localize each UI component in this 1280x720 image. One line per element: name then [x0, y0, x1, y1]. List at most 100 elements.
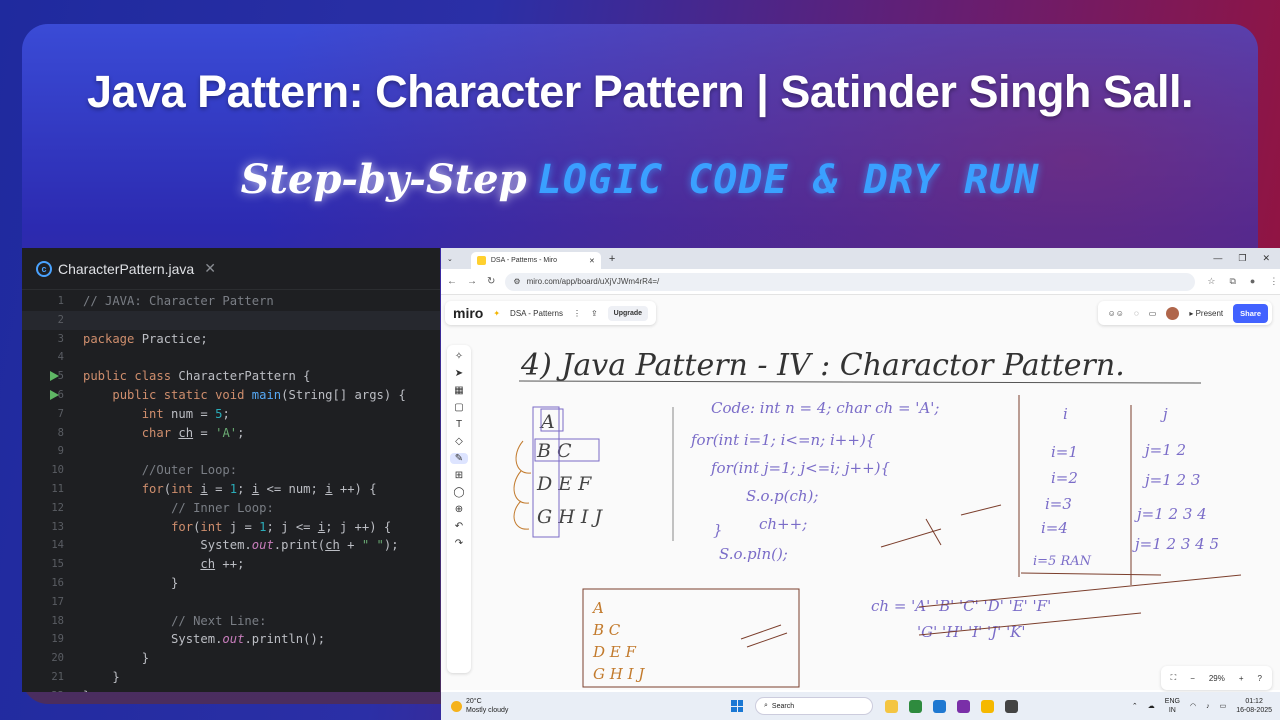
close-tab-icon[interactable]: ✕ — [589, 257, 595, 265]
miro-logo[interactable]: miro — [453, 305, 483, 321]
code-text: // Next Line: — [171, 613, 267, 628]
frame-icon[interactable]: ⊞ — [455, 470, 463, 481]
zoom-level[interactable]: 29% — [1209, 674, 1225, 683]
code-line[interactable]: 15 ch ++; — [22, 555, 440, 574]
code-line[interactable]: 14 System.out.print(ch + " "); — [22, 536, 440, 555]
profile-icon[interactable]: ● — [1250, 276, 1255, 287]
taskbar-search[interactable]: ⌕ Search — [755, 697, 873, 715]
battery-icon[interactable]: ▭ — [1220, 702, 1227, 711]
cloud-icon[interactable]: ☁ — [1148, 702, 1155, 711]
code-line[interactable]: 22} — [22, 687, 440, 692]
reactions-icon[interactable]: ☺☺ — [1108, 309, 1124, 318]
code-line[interactable]: 4 — [22, 348, 440, 367]
code-line[interactable]: 1 // JAVA: Character Pattern — [22, 292, 440, 311]
weather-widget[interactable]: 20°C Mostly cloudy — [441, 697, 731, 715]
language-indicator[interactable]: ENG IN — [1165, 697, 1180, 715]
folder-icon[interactable] — [981, 699, 994, 713]
url-field[interactable]: ⚙ miro.com/app/board/uXjVJWm4rR4=/ — [505, 272, 1196, 291]
intellij-icon[interactable] — [957, 699, 970, 713]
letters-row-2: B C — [536, 440, 572, 462]
help-icon[interactable]: ? — [1258, 674, 1262, 683]
code-line[interactable]: 9 — [22, 442, 440, 461]
avatar[interactable] — [1166, 306, 1180, 320]
chat-icon[interactable]: ◌ — [1134, 309, 1139, 318]
reload-icon[interactable]: ↻ — [487, 276, 495, 287]
code-line[interactable]: 16 } — [22, 574, 440, 593]
code-line[interactable]: 12 // Inner Loop: — [22, 499, 440, 518]
line-number: 17 — [51, 595, 64, 608]
editor-tab[interactable]: c CharacterPattern.java ✕ — [22, 248, 440, 290]
line-number: 4 — [57, 351, 64, 364]
code-line[interactable]: 2 — [22, 310, 440, 330]
video-subtitle: Step-by-Step LOGIC CODE & DRY RUN — [22, 156, 1258, 203]
templates-icon[interactable]: ▦ — [454, 385, 463, 396]
site-info-icon[interactable]: ⚙ — [513, 277, 520, 286]
code-line[interactable]: 6 public static void main(String[] args)… — [22, 386, 440, 405]
video-icon[interactable]: ▭ — [1149, 309, 1157, 318]
code-line[interactable]: 21 } — [22, 668, 440, 687]
code-text: } — [83, 687, 90, 692]
github-icon[interactable] — [1005, 699, 1018, 713]
run-gutter-icon[interactable] — [50, 371, 59, 382]
subtitle-part2: LOGIC CODE & DRY RUN — [537, 157, 1040, 203]
code-line[interactable]: 18 // Next Line: — [22, 612, 440, 631]
vscode-icon[interactable] — [933, 699, 946, 713]
extensions-icon[interactable]: ⧉ — [1229, 276, 1235, 287]
start-icon[interactable] — [731, 700, 743, 712]
board-code-line-6: } — [713, 521, 723, 539]
share-button[interactable]: Share — [1233, 303, 1268, 323]
system-tray: ⌃ ☁ ENG IN ◠ ♪ ▭ 01:12 16-08-2025 — [1132, 697, 1280, 715]
close-icon[interactable]: ✕ — [204, 260, 216, 277]
pen-tool-icon[interactable]: ✎ — [450, 453, 468, 464]
comment-icon[interactable]: ◯ — [453, 487, 464, 498]
export-icon[interactable]: ⇪ — [591, 309, 598, 318]
wifi-icon[interactable]: ◠ — [1190, 702, 1196, 711]
tray-expand-icon[interactable]: ⌃ — [1132, 702, 1138, 711]
code-line[interactable]: 10 //Outer Loop: — [22, 461, 440, 480]
clock[interactable]: 01:12 16-08-2025 — [1236, 697, 1272, 715]
code-text: char ch = 'A'; — [141, 425, 245, 440]
board-name[interactable]: DSA - Patterns — [510, 309, 563, 318]
fit-icon[interactable]: ⛶ — [1171, 673, 1177, 683]
bookmark-star-icon[interactable]: ☆ — [1207, 276, 1215, 287]
code-line[interactable]: 20 } — [22, 649, 440, 668]
present-button[interactable]: ▸ Present — [1189, 309, 1223, 318]
zoom-out-button[interactable]: − — [1190, 674, 1195, 683]
volume-icon[interactable]: ♪ — [1206, 702, 1210, 711]
new-tab-button[interactable]: + — [609, 253, 615, 265]
forward-icon[interactable]: → — [467, 276, 477, 287]
board-menu-icon[interactable]: ⋮ — [573, 309, 581, 318]
code-line[interactable]: 3 package Practice; — [22, 330, 440, 349]
code-line[interactable]: 11 for(int i = 1; i <= num; i ++) { — [22, 480, 440, 499]
back-icon[interactable]: ← — [447, 276, 457, 287]
code-line[interactable]: 7 int num = 5; — [22, 405, 440, 424]
browser-tab[interactable]: DSA - Patterns - Miro ✕ — [470, 252, 601, 269]
redo-icon[interactable]: ↷ — [455, 538, 463, 549]
maximize-icon[interactable]: ❐ — [1238, 253, 1246, 264]
miro-board[interactable]: 4) Java Pattern - IV : Charactor Pattern… — [441, 295, 1280, 690]
shapes-icon[interactable]: ◇ — [455, 436, 463, 447]
minimize-icon[interactable]: — — [1213, 253, 1222, 264]
code-line[interactable]: 19 System.out.println(); — [22, 630, 440, 649]
os-taskbar: 20°C Mostly cloudy ⌕ Search ⌃ ☁ ENG IN ◠ … — [441, 692, 1280, 720]
ai-tool-icon[interactable]: ✧ — [455, 351, 463, 362]
upgrade-button[interactable]: Upgrade — [607, 305, 649, 321]
code-area[interactable]: 1 // JAVA: Character Pattern 2 3 package Pra… — [22, 290, 440, 692]
file-explorer-icon[interactable] — [885, 699, 898, 713]
select-tool-icon[interactable]: ➤ — [455, 368, 463, 379]
tab-menu-icon[interactable]: ⌄ — [447, 255, 453, 263]
menu-icon[interactable]: ⋮ — [1269, 276, 1278, 287]
close-window-icon[interactable]: ✕ — [1262, 253, 1270, 264]
code-line[interactable]: 8 char ch = 'A'; — [22, 424, 440, 443]
code-line[interactable]: 13 for(int j = 1; j <= i; j ++) { — [22, 518, 440, 537]
chrome-icon[interactable] — [909, 699, 922, 713]
code-line[interactable]: 17 — [22, 593, 440, 612]
code-text: System.out.println(); — [83, 632, 326, 647]
more-tools-icon[interactable]: ⊕ — [455, 504, 463, 515]
code-line[interactable]: 5 public class CharacterPattern { — [22, 367, 440, 386]
zoom-in-button[interactable]: + — [1239, 674, 1244, 683]
run-gutter-icon[interactable] — [50, 389, 59, 400]
sticky-note-icon[interactable]: ▢ — [454, 402, 463, 413]
text-tool-icon[interactable]: T — [456, 419, 462, 430]
undo-icon[interactable]: ↶ — [455, 521, 463, 532]
